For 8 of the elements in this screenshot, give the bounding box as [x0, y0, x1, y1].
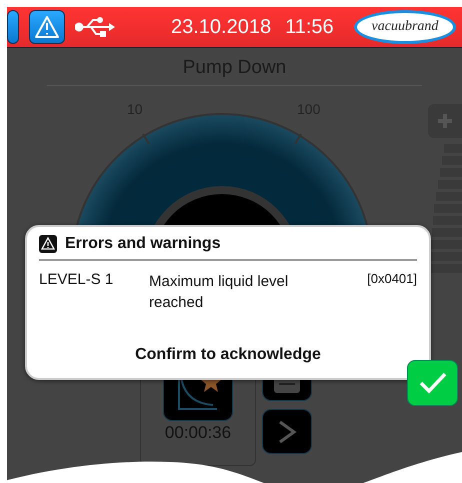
error-code: LEVEL-S 1: [39, 271, 114, 290]
date-text: 23.10.2018: [171, 16, 272, 38]
error-message: Maximum liquid level reached: [149, 272, 290, 313]
acknowledge-prompt: Confirm to acknowledge: [134, 346, 322, 365]
error-hex-code: [0x0401]: [367, 271, 417, 288]
dialog-title: Errors and warnings: [65, 235, 221, 253]
brand-logo: vacuubrand: [354, 10, 456, 44]
time-text: 11:56: [285, 16, 334, 38]
